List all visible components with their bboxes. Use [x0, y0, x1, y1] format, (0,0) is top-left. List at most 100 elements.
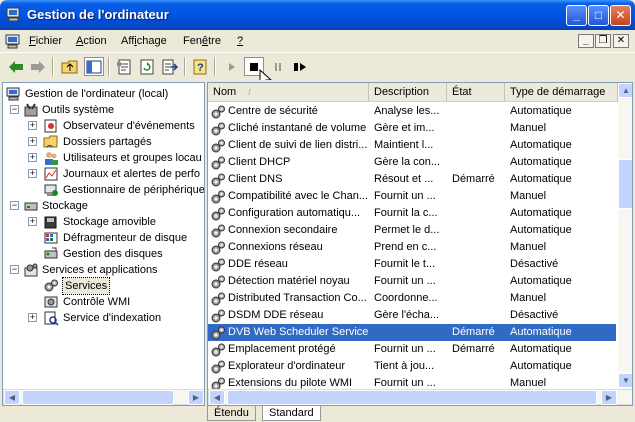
service-gear-icon [210, 189, 226, 205]
scroll-left-button[interactable]: ◀ [209, 390, 225, 405]
start-service-icon[interactable] [222, 57, 242, 76]
expand-toggle[interactable]: + [28, 169, 37, 178]
tab-extended[interactable]: Étendu [207, 406, 256, 421]
menu-affichage[interactable]: Affichage [121, 35, 167, 47]
table-row[interactable]: Client de suivi de lien distri... Maintie… [208, 137, 616, 154]
tree-item[interactable]: Défragmenteur de disque [3, 230, 204, 246]
collapse-toggle[interactable]: − [10, 201, 19, 210]
collapse-toggle[interactable]: − [10, 105, 19, 114]
table-row[interactable]: Cliché instantané de volume Gère et im...… [208, 120, 616, 137]
table-row[interactable]: Connexions réseau Prend en c... Manuel [208, 239, 616, 256]
computer-icon [6, 86, 22, 102]
sort-indicator: / [248, 87, 251, 97]
service-gear-icon [210, 359, 226, 375]
tab-standard[interactable]: Standard [262, 406, 321, 421]
mdi-close-button[interactable]: ✕ [613, 34, 629, 48]
table-row[interactable]: Compatibilité avec le Chan... Fournit un … [208, 188, 616, 205]
cell-name: Connexions réseau [228, 241, 323, 253]
expand-toggle[interactable]: + [28, 137, 37, 146]
scroll-thumb[interactable] [227, 390, 597, 405]
tree-item-label: Outils système [42, 104, 115, 116]
cell-name: DDE réseau [228, 258, 288, 270]
title-bar[interactable]: Gestion de l'ordinateur _ □ ✕ [0, 0, 635, 30]
tree-item-label: Contrôle WMI [63, 296, 131, 308]
column-header-state[interactable]: État [447, 83, 505, 101]
column-header-name[interactable]: Nom / [208, 83, 369, 101]
tree-item[interactable]: + Stockage amovible [3, 214, 204, 230]
table-row[interactable]: DDE réseau Fournit le t... Désactivé [208, 256, 616, 273]
maximize-button[interactable]: □ [588, 5, 609, 26]
window-title: Gestion de l'ordinateur [27, 7, 169, 22]
tree-horizontal-scrollbar[interactable]: ◀ ▶ [3, 389, 204, 405]
help-icon[interactable]: ? [190, 57, 210, 76]
tree-item-label: Défragmenteur de disque [63, 232, 188, 244]
restart-service-icon[interactable] [290, 57, 310, 76]
menu-fichier[interactable]: Fichier [29, 35, 62, 47]
scroll-left-button[interactable]: ◀ [4, 390, 20, 405]
table-row[interactable]: DVB Web Scheduler Service Démarré Automati… [208, 324, 616, 341]
tree-item-label: Services et applications [42, 264, 158, 276]
mdi-restore-button[interactable]: ❐ [595, 34, 611, 48]
scroll-thumb[interactable] [618, 159, 632, 209]
cell-description: Gère l'écha... [374, 309, 440, 321]
tree-item[interactable]: − Services et applications [3, 262, 204, 278]
table-row[interactable]: Centre de sécurité Analyse les... Automati… [208, 103, 616, 120]
table-row[interactable]: Emplacement protégé Fournit un ... Démarré… [208, 341, 616, 358]
scroll-down-button[interactable]: ▼ [618, 373, 632, 388]
up-folder-icon[interactable] [60, 57, 80, 76]
column-header-description[interactable]: Description [369, 83, 447, 101]
tree-item[interactable]: − Stockage [3, 198, 204, 214]
scroll-up-button[interactable]: ▲ [618, 83, 632, 98]
tree-item[interactable]: + Service d'indexation [3, 310, 204, 326]
removable-storage-icon [43, 214, 59, 230]
close-button[interactable]: ✕ [610, 5, 631, 26]
tree-item[interactable]: Gestionnaire de périphérique [3, 182, 204, 198]
table-row[interactable]: Configuration automatiqu... Fournit la c.… [208, 205, 616, 222]
table-row[interactable]: Détection matériel noyau Fournit un ... Au… [208, 273, 616, 290]
cell-startup-type: Désactivé [510, 258, 559, 270]
properties-icon[interactable] [114, 57, 134, 76]
collapse-toggle[interactable]: − [10, 265, 19, 274]
export-list-icon[interactable] [160, 57, 180, 76]
table-row[interactable]: Client DNS Résout et ... Démarré Automatiqu… [208, 171, 616, 188]
mdi-minimize-button[interactable]: _ [578, 34, 594, 48]
refresh-icon[interactable] [137, 57, 157, 76]
tree-item[interactable]: Contrôle WMI [3, 294, 204, 310]
table-row[interactable]: Client DHCP Gère la con... Automatique [208, 154, 616, 171]
tree-item[interactable]: + Dossiers partagés [3, 134, 204, 150]
minimize-button[interactable]: _ [566, 5, 587, 26]
tree-item[interactable]: + Utilisateurs et groupes locau [3, 150, 204, 166]
forward-arrow-icon[interactable] [28, 57, 48, 76]
list-vertical-scrollbar[interactable]: ▲ ▼ [618, 83, 632, 389]
scroll-right-button[interactable]: ▶ [601, 390, 617, 405]
shared-folder-icon [43, 134, 59, 150]
list-horizontal-scrollbar[interactable]: ◀ ▶ [208, 389, 632, 405]
tree-item[interactable]: Gestion des disques [3, 246, 204, 262]
cell-name: Compatibilité avec le Chan... [228, 190, 368, 202]
table-row[interactable]: Explorateur d'ordinateur Tient à jou... Au… [208, 358, 616, 375]
expand-toggle[interactable]: + [28, 217, 37, 226]
table-row[interactable]: Distributed Transaction Co... Coordonne..… [208, 290, 616, 307]
table-row[interactable]: DSDM DDE réseau Gère l'écha... Désactivé [208, 307, 616, 324]
scroll-right-button[interactable]: ▶ [188, 390, 204, 405]
mmc-console-icon[interactable] [5, 33, 21, 49]
tree-item[interactable]: − Outils système [3, 102, 204, 118]
tree-item[interactable]: Gestion de l'ordinateur (local) [3, 86, 204, 102]
menu-aide[interactable]: ? [237, 35, 243, 47]
tree-item[interactable]: + Observateur d'événements [3, 118, 204, 134]
expand-toggle[interactable]: + [28, 313, 37, 322]
menu-fenetre[interactable]: Fenêtre [183, 35, 221, 47]
tree-item[interactable]: + Journaux et alertes de perfo [3, 166, 204, 182]
expand-toggle[interactable]: + [28, 121, 37, 130]
show-hide-tree-icon[interactable] [84, 57, 104, 76]
menu-action[interactable]: Action [76, 35, 107, 47]
back-arrow-icon[interactable] [6, 57, 26, 76]
tree-item[interactable]: Services [3, 277, 204, 295]
expand-toggle[interactable]: + [28, 153, 37, 162]
pause-service-icon[interactable] [268, 57, 288, 76]
cell-description: Résout et ... [374, 173, 434, 185]
column-header-startup-type[interactable]: Type de démarrage [505, 83, 618, 101]
tools-icon [23, 102, 39, 118]
scroll-thumb[interactable] [22, 390, 174, 405]
table-row[interactable]: Connexion secondaire Permet le d... Automa… [208, 222, 616, 239]
